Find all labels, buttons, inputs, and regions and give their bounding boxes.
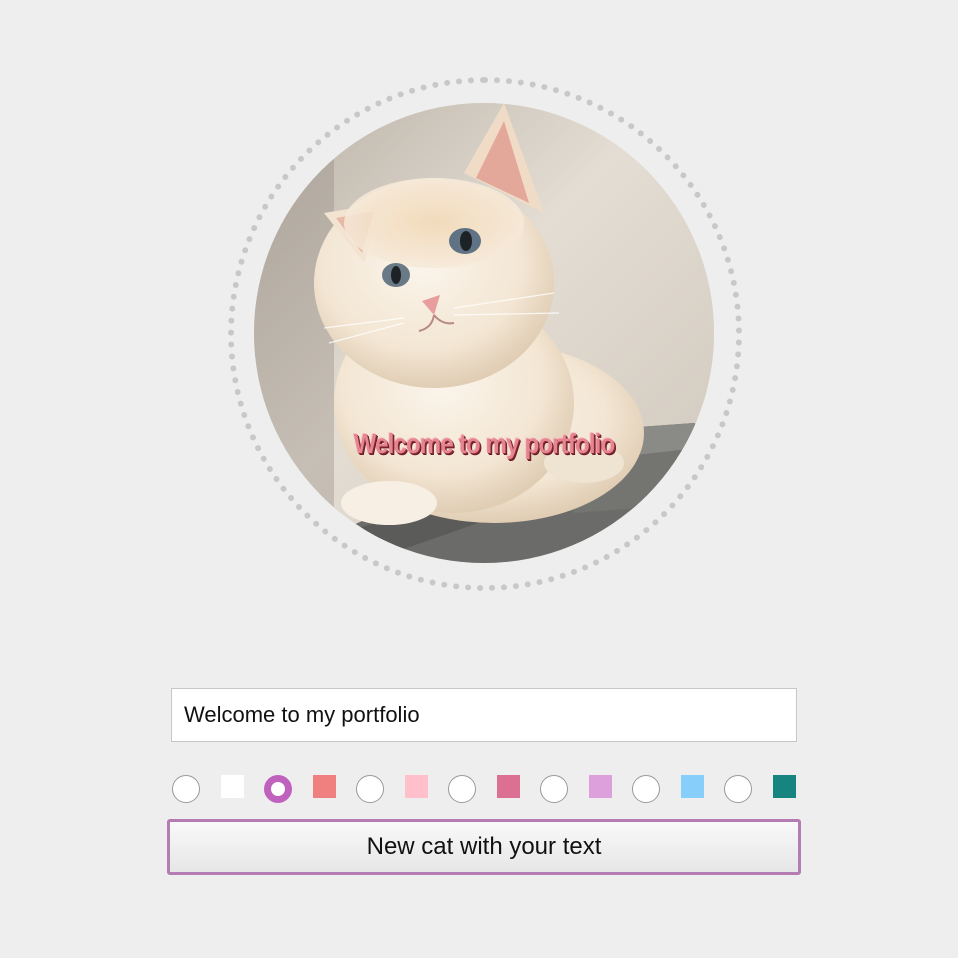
color-radio-light-sky-blue[interactable]: [724, 775, 752, 803]
color-radio-pink[interactable]: [448, 775, 476, 803]
caption-text-input[interactable]: [171, 688, 797, 742]
color-radio-white[interactable]: [172, 775, 200, 803]
color-radio-light-coral[interactable]: [356, 775, 384, 803]
color-radio-pale-violet-red[interactable]: [540, 775, 568, 803]
color-swatch-white[interactable]: [221, 775, 244, 798]
color-swatch-light-sky-blue[interactable]: [681, 775, 704, 798]
color-radio-plum[interactable]: [632, 775, 660, 803]
cat-illustration: [254, 103, 714, 563]
cat-photo: Welcome to my portfolio: [254, 103, 714, 563]
color-picker: [171, 773, 801, 805]
photo-caption: Welcome to my portfolio: [353, 428, 616, 459]
color-swatch-pale-violet-red[interactable]: [497, 775, 520, 798]
color-swatch-pink[interactable]: [405, 775, 428, 798]
page: Welcome to my portfolio New cat with you…: [0, 0, 958, 958]
color-swatch-light-coral[interactable]: [313, 775, 336, 798]
new-cat-button[interactable]: New cat with your text: [167, 819, 801, 875]
color-radio-orchid-selected[interactable]: [264, 775, 292, 803]
color-swatch-teal[interactable]: [773, 775, 796, 798]
color-swatch-plum[interactable]: [589, 775, 612, 798]
